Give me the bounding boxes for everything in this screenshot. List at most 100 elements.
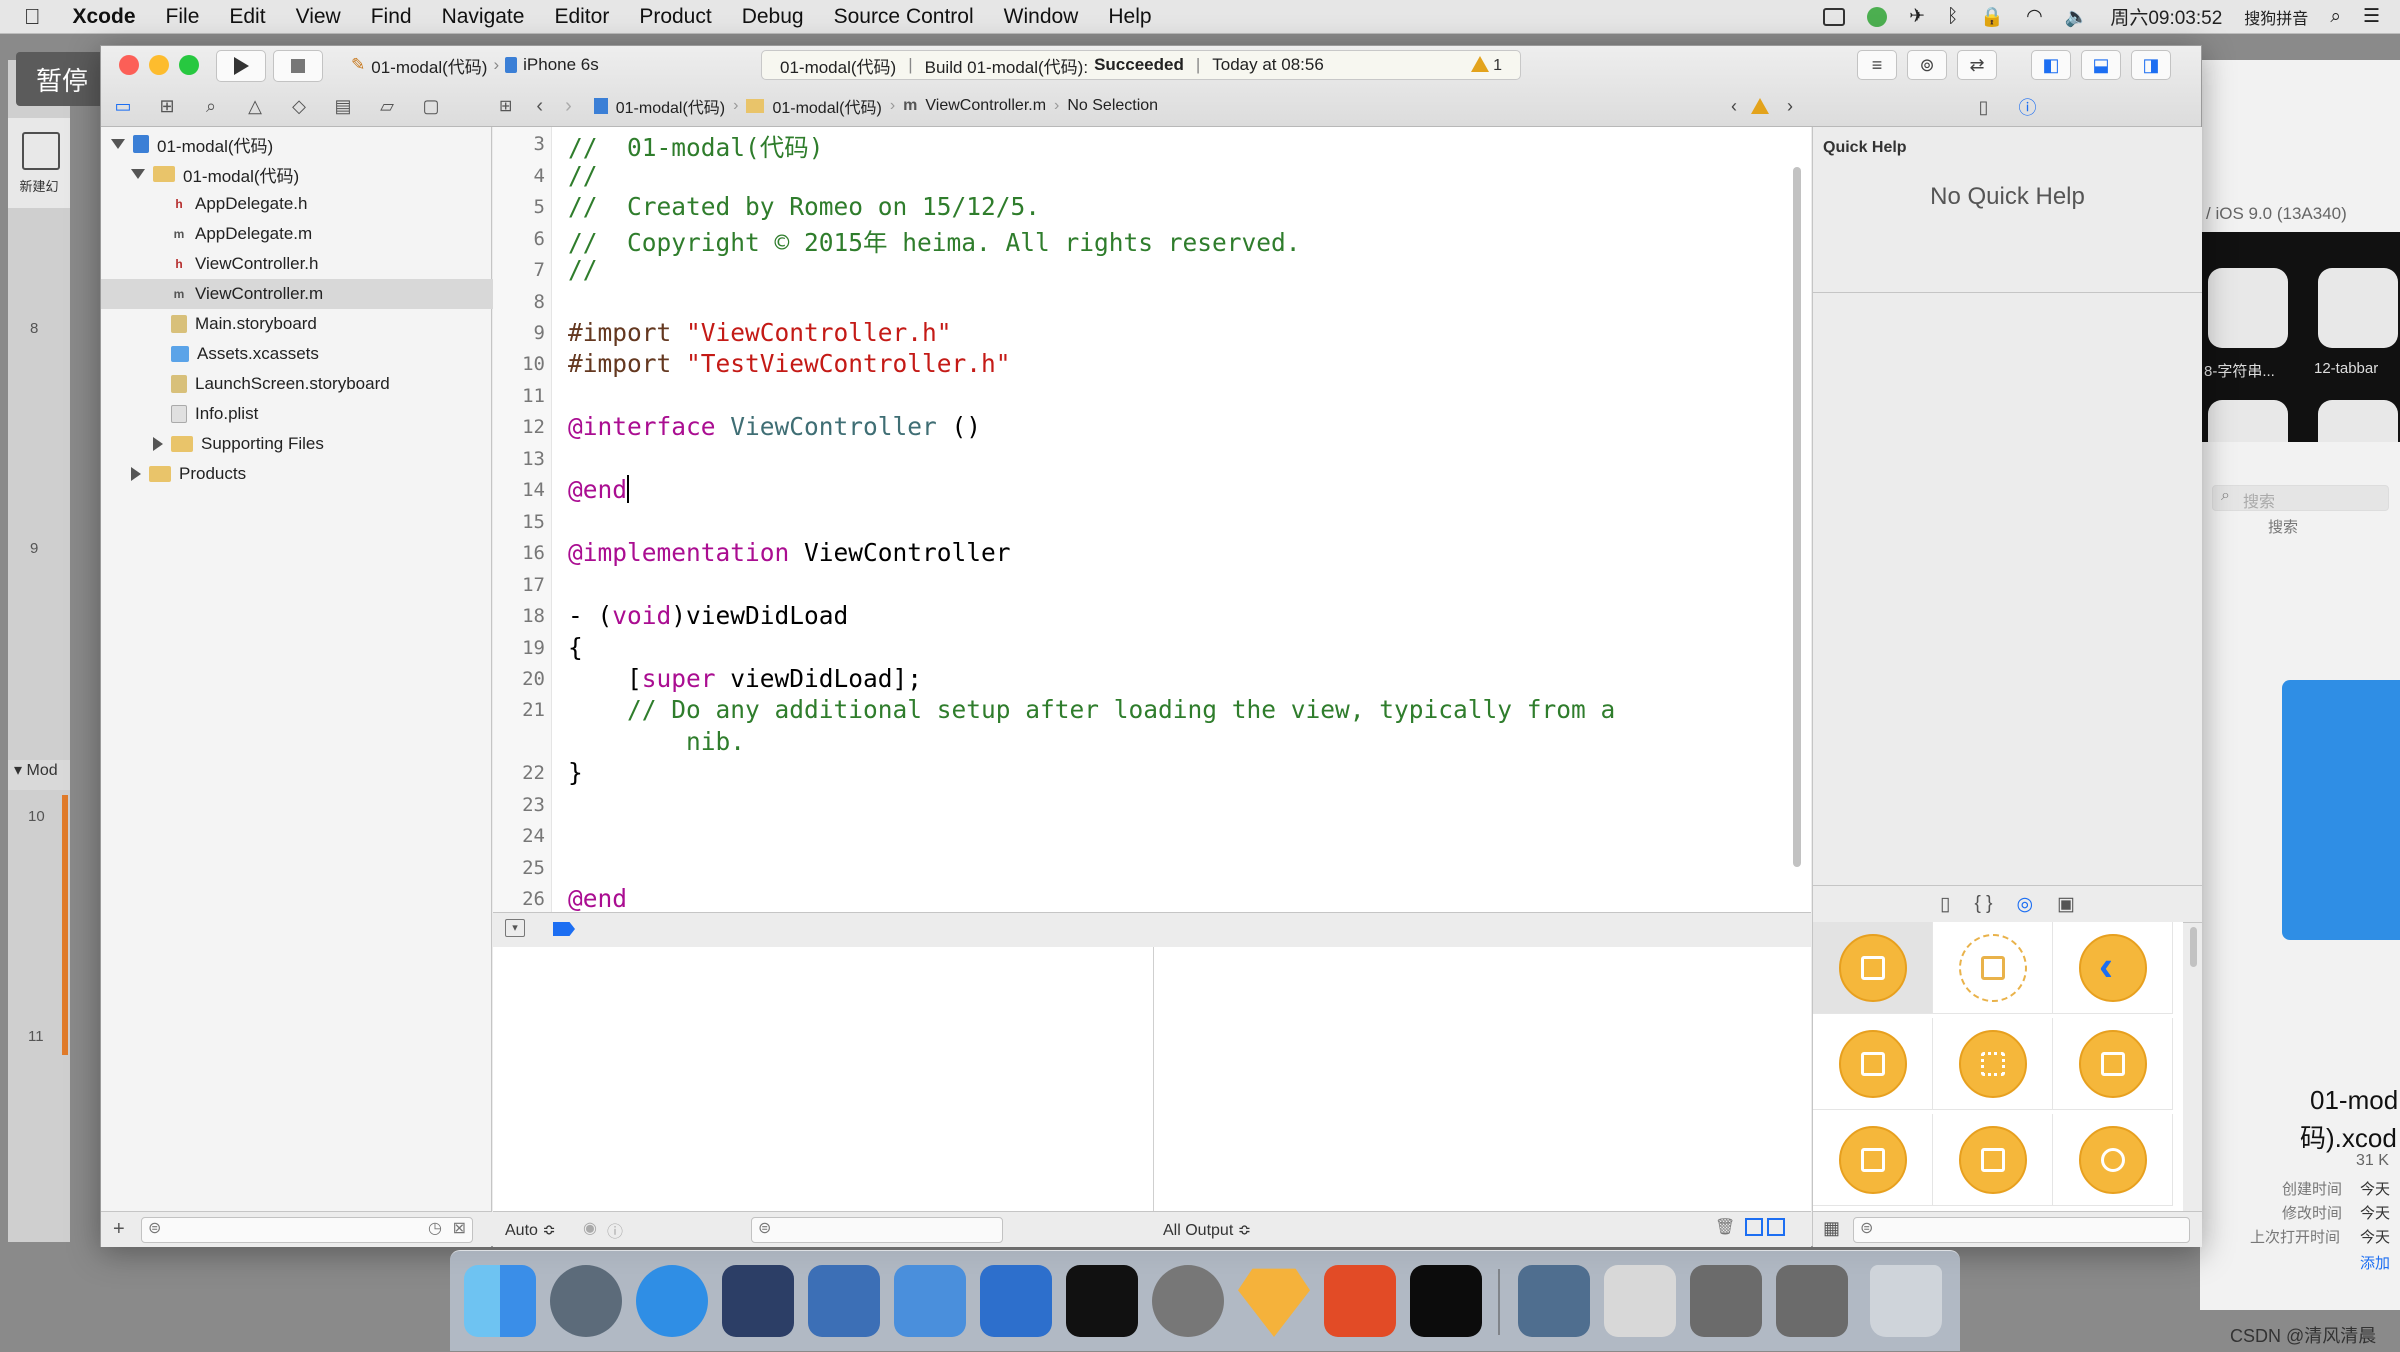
finder-icon[interactable] — [464, 1265, 536, 1337]
breadcrumb-file[interactable]: ViewController.m — [925, 97, 1046, 115]
folder-icon[interactable]: ▭ — [101, 96, 145, 117]
input-method[interactable]: 搜狗拼音 — [2244, 5, 2308, 29]
split-console-right-icon[interactable] — [1767, 1218, 1785, 1236]
thumbnail-icon[interactable] — [2208, 268, 2288, 348]
disclosure-closed-icon[interactable] — [153, 437, 163, 451]
version-editor-button[interactable]: ⇄ — [1957, 50, 1997, 80]
menu-window[interactable]: Window — [1004, 5, 1079, 29]
breadcrumb-project[interactable]: 01-modal(代码) — [616, 94, 725, 118]
recent-files-icon[interactable]: ◷ — [428, 1218, 442, 1238]
warning-icon[interactable] — [1751, 98, 1769, 114]
xcode-icon[interactable] — [894, 1265, 966, 1337]
navigator-filter-field[interactable]: ⊜ ◷ ⊠ — [141, 1217, 473, 1243]
console-view[interactable] — [1154, 947, 1811, 1211]
menu-app[interactable]: Xcode — [73, 5, 136, 29]
tree-item-group[interactable]: Products — [101, 459, 521, 489]
tree-item-file[interactable]: LaunchScreen.storyboard — [101, 369, 561, 399]
library-filter-field[interactable]: ⊜ — [1853, 1217, 2190, 1243]
airplane-icon[interactable]: ✈ — [1909, 5, 1925, 28]
run-button[interactable] — [216, 50, 266, 82]
tree-item-group[interactable]: Supporting Files — [101, 429, 543, 459]
terminal-icon[interactable] — [1066, 1265, 1138, 1337]
menu-view[interactable]: View — [296, 5, 341, 29]
clock[interactable]: 周六09:03:52 — [2110, 3, 2222, 30]
disclosure-open-icon[interactable] — [131, 169, 145, 179]
minimize-window-button[interactable] — [149, 55, 169, 75]
exec-terminal-icon[interactable] — [1410, 1265, 1482, 1337]
volume-icon[interactable]: 🔈 — [2065, 5, 2089, 29]
menu-edit[interactable]: Edit — [229, 5, 265, 29]
screen-capture-icon[interactable] — [1776, 1265, 1848, 1337]
library-item-collection-view-controller[interactable] — [1933, 1018, 2053, 1110]
add-tag-link[interactable]: 添加 — [2360, 1252, 2390, 1273]
launchpad-icon[interactable] — [550, 1265, 622, 1337]
menu-debug[interactable]: Debug — [742, 5, 804, 29]
source-editor[interactable]: 3 4 5 6 7 8 9 10 11 12 13 14 15 16 17 18 19 20 21 22 23 24 25 2… — [493, 127, 1811, 913]
disclosure-closed-icon[interactable] — [131, 467, 141, 481]
menu-product[interactable]: Product — [639, 5, 711, 29]
powerpoint-icon[interactable] — [1324, 1265, 1396, 1337]
library-item-view-controller[interactable] — [1813, 922, 1933, 1014]
menu-help[interactable]: Help — [1108, 5, 1151, 29]
library-item-split-view-controller[interactable] — [1813, 1114, 1933, 1206]
back-arrow-icon[interactable]: ‹ — [536, 95, 543, 118]
disclosure-open-icon[interactable] — [111, 139, 125, 149]
menu-source-control[interactable]: Source Control — [834, 5, 974, 29]
instruments-icon[interactable] — [980, 1265, 1052, 1337]
library-item-glkit-view-controller[interactable] — [2053, 1114, 2173, 1206]
tree-item-project[interactable]: 01-modal(代码) — [101, 129, 501, 159]
split-console-left-icon[interactable] — [1745, 1218, 1763, 1236]
standard-editor-button[interactable]: ≡ — [1857, 50, 1897, 80]
status-green-icon[interactable] — [1867, 6, 1888, 27]
tree-item-file[interactable]: Main.storyboard — [101, 309, 561, 339]
breakpoint-navigator-icon[interactable]: ▱ — [365, 96, 409, 117]
library-scrollbar[interactable] — [2190, 927, 2197, 967]
trash-icon[interactable]: 🗑 — [1715, 1217, 1735, 1237]
assistant-editor-button[interactable]: ⊚ — [1907, 50, 1947, 80]
quick-help-icon[interactable]: ⓘ — [2018, 94, 2036, 120]
hide-debug-area-icon[interactable]: ▾ — [505, 919, 525, 937]
breadcrumb-group[interactable]: 01-modal(代码) — [772, 94, 881, 118]
toggle-debug-area-button[interactable]: ⬓ — [2081, 50, 2121, 80]
screen-record-icon[interactable] — [1823, 7, 1846, 26]
tree-item-file[interactable]: Assets.xcassets — [101, 339, 561, 369]
safari-icon[interactable] — [636, 1265, 708, 1337]
symbol-navigator-icon[interactable]: ⊞ — [145, 96, 189, 117]
test-navigator-icon[interactable]: ◇ — [277, 96, 321, 117]
tree-item-file[interactable]: h ViewController.h — [101, 249, 561, 279]
close-window-button[interactable] — [119, 55, 139, 75]
quick-look-icon[interactable]: ◉ — [583, 1218, 597, 1238]
toggle-navigator-button[interactable]: ◧ — [2031, 50, 2071, 80]
library-item-tab-bar-controller[interactable] — [2053, 1018, 2173, 1110]
library-item-navigation-controller[interactable]: ‹ — [2053, 922, 2173, 1014]
bluetooth-icon[interactable]: ᛒ — [1947, 6, 1958, 28]
document-stack-icon[interactable] — [1604, 1265, 1676, 1337]
variables-view[interactable] — [493, 947, 1154, 1211]
find-navigator-icon[interactable]: ⌕ — [189, 96, 233, 117]
media-library-icon[interactable]: ▣ — [2057, 893, 2075, 916]
file-inspector-icon[interactable]: ▯ — [1979, 97, 1989, 118]
tree-item-file-selected[interactable]: m ViewController.m — [101, 279, 561, 309]
menu-editor[interactable]: Editor — [554, 5, 609, 29]
mouse-app-icon[interactable] — [722, 1265, 794, 1337]
related-items-icon[interactable]: ⊞ — [499, 96, 512, 116]
search-field[interactable]: ⌕ 搜索 — [2212, 485, 2389, 511]
system-preferences-icon[interactable] — [1152, 1265, 1224, 1337]
lock-icon[interactable]: 🔒 — [1980, 5, 2004, 29]
trash-icon[interactable] — [1870, 1265, 1942, 1337]
scheme-selector[interactable]: ✎ 01-modal(代码) › iPhone 6s — [351, 50, 599, 80]
object-library-icon[interactable]: ◎ — [2016, 893, 2033, 916]
forward-arrow-icon[interactable]: › — [565, 95, 572, 118]
info-icon[interactable]: ⓘ — [607, 1218, 623, 1242]
grid-view-icon[interactable]: ▦ — [1823, 1218, 1840, 1239]
next-issue-icon[interactable]: › — [1787, 96, 1793, 117]
zoom-window-button[interactable] — [179, 55, 199, 75]
tree-item-file[interactable]: h AppDelegate.h — [101, 189, 561, 219]
breakpoints-toggle-icon[interactable] — [553, 922, 575, 936]
notification-center-icon[interactable]: ☰ — [2363, 5, 2380, 28]
report-navigator-icon[interactable]: ▢ — [409, 96, 453, 117]
stop-button[interactable] — [273, 50, 323, 82]
issue-navigator-icon[interactable]: △ — [233, 96, 277, 117]
source-control-filter-icon[interactable]: ⊠ — [453, 1218, 466, 1238]
tree-item-group[interactable]: 01-modal(代码) — [101, 159, 521, 189]
